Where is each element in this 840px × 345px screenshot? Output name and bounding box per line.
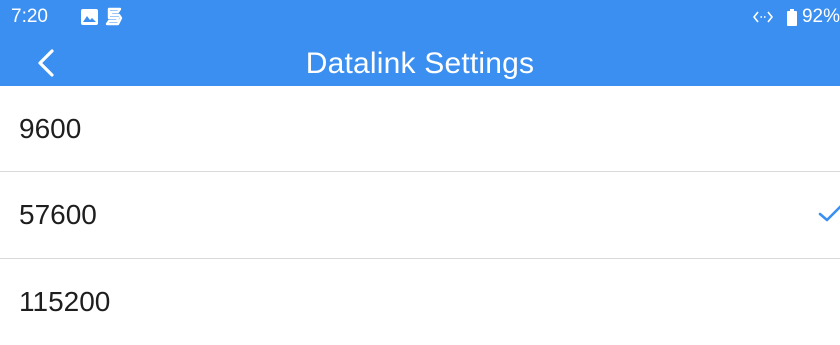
status-bar: 7:20 92%	[0, 0, 840, 32]
option-9600[interactable]: 9600	[0, 86, 840, 172]
checkmark-icon	[818, 205, 840, 222]
app-header: 7:20 92% Datalink Settings	[0, 0, 840, 86]
status-right: 92%	[752, 6, 840, 28]
option-label: 9600	[19, 113, 82, 144]
option-label: 57600	[19, 199, 97, 230]
option-label: 115200	[19, 286, 111, 317]
page-title: Datalink Settings	[305, 47, 535, 80]
option-115200[interactable]: 115200	[0, 259, 840, 345]
option-57600[interactable]: 57600	[0, 172, 840, 259]
battery-icon	[786, 8, 797, 26]
battery-percent: 92%	[801, 6, 840, 27]
baud-rate-list: 9600 57600 115200	[0, 86, 840, 345]
s-app-icon	[105, 7, 123, 26]
image-icon	[81, 9, 98, 25]
nav-bar: Datalink Settings	[0, 32, 840, 86]
link-arrows-icon	[752, 11, 773, 23]
status-time: 7:20	[11, 6, 48, 27]
